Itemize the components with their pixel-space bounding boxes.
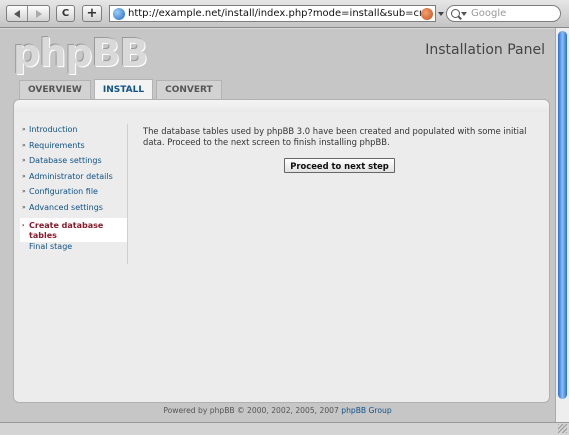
install-steps-menu: » Introduction » Requirements » Database… xyxy=(20,125,127,258)
address-bar[interactable]: http://example.net/install/index.php?mod… xyxy=(109,5,436,22)
panel-header-strip xyxy=(14,100,549,112)
url-text[interactable]: http://example.net/install/index.php?mod… xyxy=(128,8,421,19)
menu-item-label: Configuration file xyxy=(29,187,98,196)
page-viewport: phpBB Installation Panel Overview Instal… xyxy=(0,29,555,422)
install-panel: » Introduction » Requirements » Database… xyxy=(13,99,550,403)
completed-step-icon: » xyxy=(22,203,26,211)
status-bar xyxy=(0,422,569,435)
menu-item-administrator-details[interactable]: » Administrator details xyxy=(22,172,127,188)
proceed-to-next-step-button[interactable]: Proceed to next step xyxy=(284,158,395,173)
add-bookmark-button[interactable]: + xyxy=(82,5,102,22)
menu-item-create-database-tables[interactable]: › Create database tables xyxy=(20,218,127,242)
menu-item-configuration-file[interactable]: » Configuration file xyxy=(22,187,127,203)
search-bar[interactable]: Google xyxy=(446,5,561,22)
menu-item-label: Create database tables xyxy=(29,221,104,240)
completed-step-icon: » xyxy=(22,172,26,180)
menu-divider xyxy=(127,124,128,264)
tab-install[interactable]: Install xyxy=(93,79,154,99)
menu-item-advanced-settings[interactable]: » Advanced settings xyxy=(22,203,127,219)
menu-item-final-stage[interactable]: » Final stage xyxy=(22,242,127,258)
stop-icon[interactable] xyxy=(421,7,433,20)
completed-step-icon: » xyxy=(22,141,26,149)
tab-convert[interactable]: Convert xyxy=(156,80,222,99)
menu-item-label: Database settings xyxy=(29,156,102,165)
back-arrow-icon xyxy=(14,9,20,18)
tab-bar: Overview Install Convert xyxy=(19,79,225,99)
menu-item-label: Administrator details xyxy=(29,171,113,181)
footer: Powered by phpBB © 2000, 2002, 2005, 200… xyxy=(0,406,555,415)
site-globe-icon xyxy=(113,7,125,20)
vertical-scrollbar[interactable] xyxy=(555,28,569,422)
completed-step-icon: » xyxy=(22,188,26,195)
menu-item-label: Introduction xyxy=(29,125,78,134)
footer-phpbb-group-link[interactable]: phpBB Group xyxy=(341,406,391,415)
tab-overview[interactable]: Overview xyxy=(19,80,91,99)
page-title: Installation Panel xyxy=(425,42,545,58)
forward-button[interactable] xyxy=(28,6,49,21)
forward-arrow-icon xyxy=(35,9,42,18)
menu-item-label: Advanced settings xyxy=(29,202,103,212)
current-step-icon: › xyxy=(22,222,25,229)
completed-step-icon: » xyxy=(22,157,26,164)
browser-toolbar: C + http://example.net/install/index.php… xyxy=(0,0,569,28)
history-nav xyxy=(6,5,50,22)
menu-item-label: Requirements xyxy=(29,140,85,150)
scrollbar-thumb[interactable] xyxy=(558,31,567,399)
resize-grip-icon[interactable] xyxy=(558,424,567,433)
footer-copyright: Powered by phpBB © 2000, 2002, 2005, 200… xyxy=(163,406,339,415)
status-message: The database tables used by phpBB 3.0 ha… xyxy=(143,126,527,147)
completed-step-icon: » xyxy=(22,126,26,133)
reload-button[interactable]: C xyxy=(56,5,75,22)
back-button[interactable] xyxy=(7,6,28,21)
search-placeholder: Google xyxy=(471,8,507,19)
menu-item-requirements[interactable]: » Requirements xyxy=(22,141,127,157)
search-icon xyxy=(451,9,460,18)
search-engine-caret-icon[interactable] xyxy=(461,11,467,16)
menu-item-label: Final stage xyxy=(29,242,73,251)
menu-item-introduction[interactable]: » Introduction xyxy=(22,125,127,141)
url-history-dropdown-icon[interactable] xyxy=(438,12,444,16)
plus-icon: + xyxy=(86,6,98,21)
reload-icon: C xyxy=(61,8,70,19)
phpbb-logo: phpBB xyxy=(13,31,148,75)
menu-item-database-settings[interactable]: » Database settings xyxy=(22,156,127,172)
